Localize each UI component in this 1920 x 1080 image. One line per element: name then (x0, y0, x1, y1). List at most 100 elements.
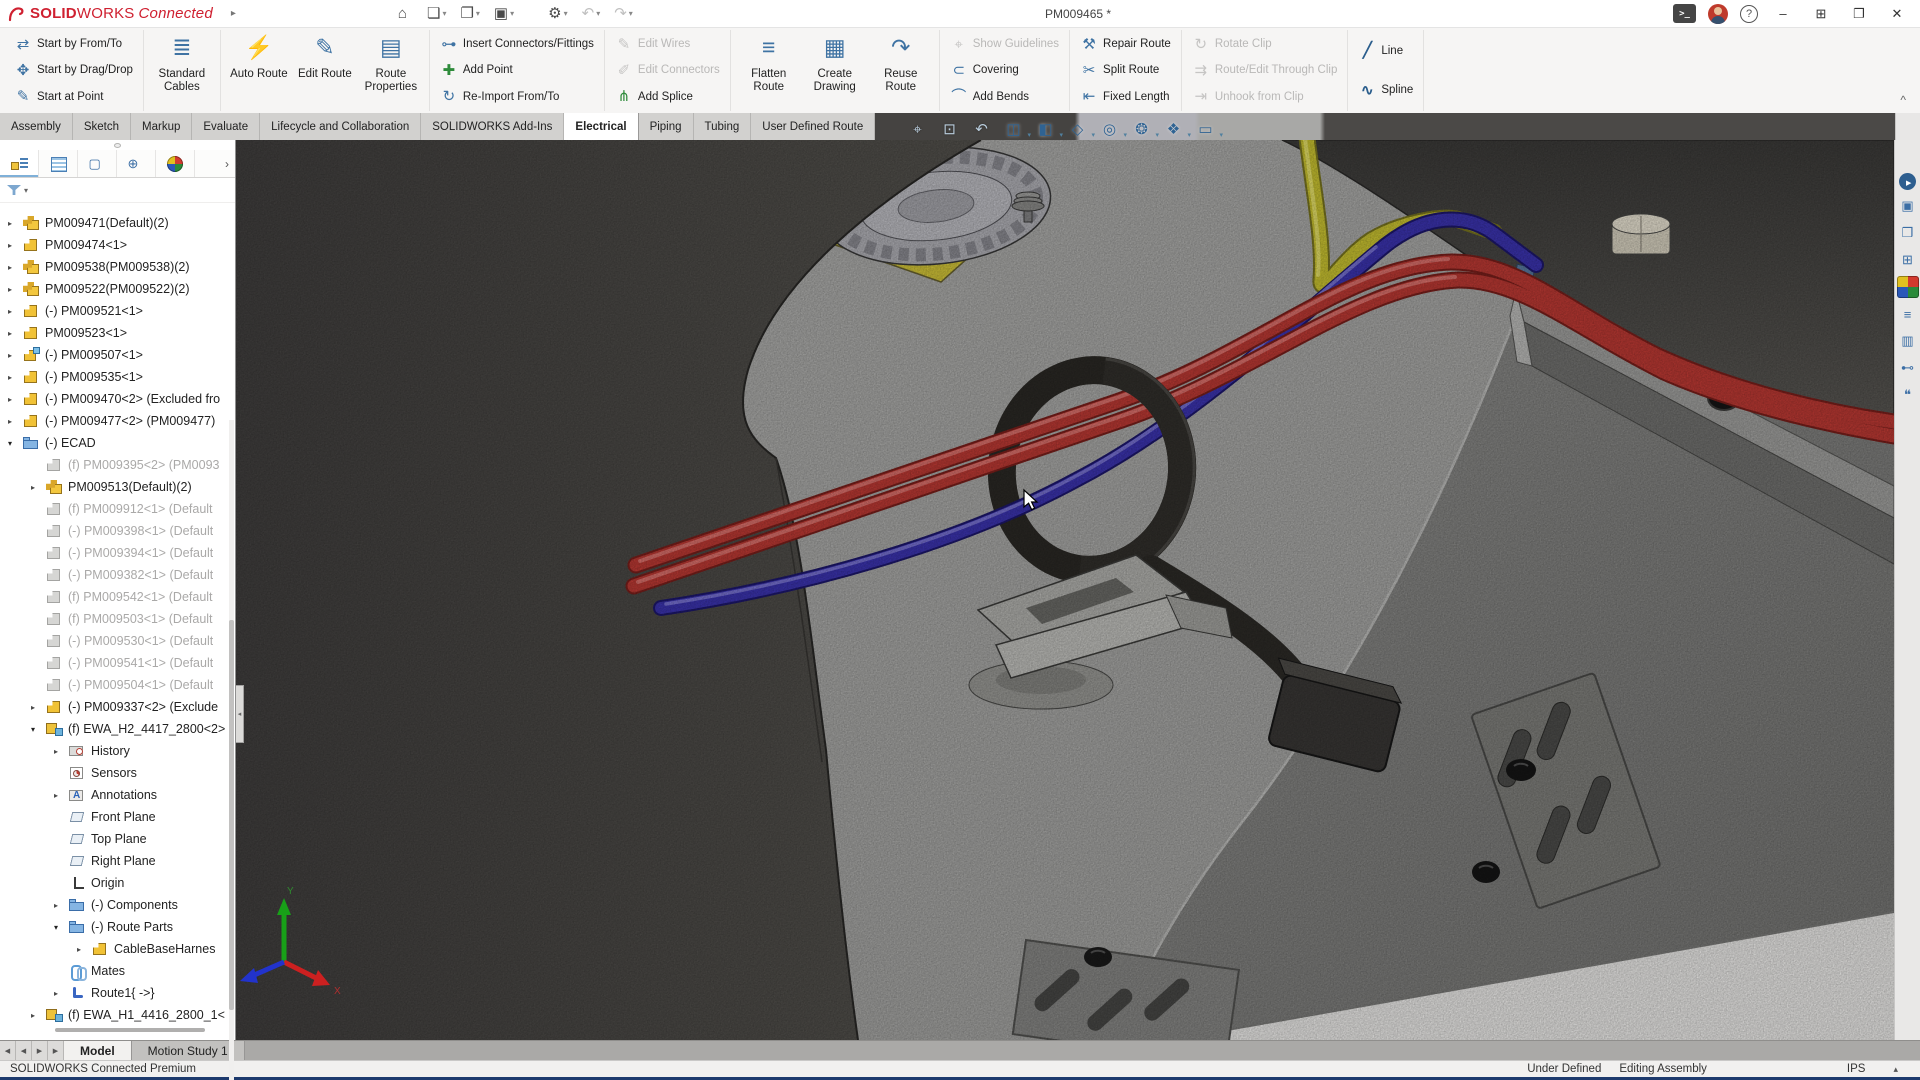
tab-userroute[interactable]: User Defined Route (751, 113, 875, 140)
tree-item[interactable]: ▸ (-) PM009507<1> (0, 344, 235, 366)
tab-assembly[interactable]: Assembly (0, 113, 73, 140)
unhook-from-clip-button[interactable]: ⇥Unhook from Clip (1187, 84, 1343, 109)
start-at-point-button[interactable]: ✎Start at Point (9, 84, 138, 109)
zoom-fit-icon[interactable]: ⌖ (905, 117, 930, 141)
start-by-fromto-button[interactable]: ⇄Start by From/To (9, 32, 138, 57)
tree-horizontal-scrollbar[interactable] (55, 1028, 205, 1032)
dock-nav-button[interactable]: ▶ (48, 1041, 64, 1060)
expand-arrow-icon[interactable]: ▾ (8, 439, 23, 448)
terminal-button[interactable]: >_ (1673, 4, 1696, 23)
dimxpert-tab[interactable]: ⊕ (117, 150, 156, 177)
tree-item[interactable]: ▸ (-) PM009470<2> (Excluded fro (0, 388, 235, 410)
tree-item[interactable]: (-) PM009541<1> (Default (0, 652, 235, 674)
user-avatar[interactable] (1708, 4, 1728, 24)
apply-scene-icon[interactable]: ❖ (1161, 117, 1186, 141)
edit-appearance-icon[interactable]: ❂ (1129, 117, 1154, 141)
expand-arrow-icon[interactable]: ▸ (8, 417, 23, 426)
tree-item[interactable]: Top Plane (0, 828, 235, 850)
insert-connectors-button[interactable]: ⊶Insert Connectors/Fittings (435, 32, 599, 57)
expand-arrow-icon[interactable]: ▾ (31, 725, 46, 734)
dock-nav-button[interactable]: ◀ (0, 1041, 16, 1060)
restore-button[interactable]: ❐ (1846, 6, 1872, 22)
tree-item[interactable]: (-) PM009504<1> (Default (0, 674, 235, 696)
open-button[interactable]: ❐▾ (458, 3, 481, 25)
rotate-clip-button[interactable]: ↻Rotate Clip (1187, 32, 1343, 57)
threedx-play-icon[interactable] (1899, 173, 1916, 190)
dropdown-caret-icon[interactable]: ▾ (596, 9, 600, 18)
lifecycle-button[interactable]: ▾ (526, 3, 536, 25)
tab-lifecycle[interactable]: Lifecycle and Collaboration (260, 113, 421, 140)
tree-item[interactable]: ▾ (-) ECAD (0, 432, 235, 454)
edit-route-button[interactable]: ✎Edit Route (292, 31, 358, 110)
add-splice-button[interactable]: ⋔Add Splice (610, 84, 725, 109)
expand-arrow-icon[interactable]: ▸ (31, 483, 46, 492)
reimport-fromto-button[interactable]: ↻Re-Import From/To (435, 84, 599, 109)
auto-route-button[interactable]: ⚡Auto Route (226, 31, 292, 110)
fixed-length-button[interactable]: ⇤Fixed Length (1075, 84, 1176, 109)
dropdown-caret-icon[interactable]: ▾ (564, 9, 568, 18)
tree-item[interactable]: Mates (0, 960, 235, 982)
home-button[interactable]: ⌂▾ (396, 3, 415, 25)
tree-item[interactable]: (-) PM009530<1> (Default (0, 630, 235, 652)
expand-arrow-icon[interactable]: ▸ (54, 901, 69, 910)
featuremanager-tab[interactable] (0, 150, 39, 177)
standard-cables-button[interactable]: ≣Standard Cables (149, 31, 215, 110)
expand-arrow-icon[interactable]: ▸ (8, 395, 23, 404)
expand-arrow-icon[interactable]: ▸ (54, 791, 69, 800)
save-button[interactable]: ▣▾ (492, 3, 516, 25)
expand-arrow-icon[interactable]: ▸ (8, 329, 23, 338)
redo-button[interactable]: ↷▾ (612, 3, 635, 25)
start-by-dragdrop-button[interactable]: ✥Start by Drag/Drop (9, 58, 138, 83)
tree-item[interactable]: (f) PM009503<1> (Default (0, 608, 235, 630)
filter-icon[interactable] (7, 185, 21, 195)
tree-item[interactable]: Sensors (0, 762, 235, 784)
expand-arrow-icon[interactable]: ▸ (54, 747, 69, 756)
expand-arrow-icon[interactable]: ▸ (54, 989, 69, 998)
route-properties-button[interactable]: ▤Route Properties (358, 31, 424, 110)
forum-icon[interactable]: ❝ (1897, 384, 1919, 406)
view-orientation-icon[interactable]: ◧ (1033, 117, 1058, 141)
display-style-icon[interactable]: ◇ (1065, 117, 1090, 141)
tree-item[interactable]: ▸ PM009522(PM009522)(2) (0, 278, 235, 300)
model-tab[interactable]: Model (64, 1041, 132, 1060)
flatten-route-button[interactable]: ≡Flatten Route (736, 31, 802, 110)
view-settings-icon[interactable]: ▭ (1193, 117, 1218, 141)
expand-arrow-icon[interactable]: ▸ (8, 373, 23, 382)
route-through-clip-button[interactable]: ⇉Route/Edit Through Clip (1187, 58, 1343, 83)
tree-item[interactable]: ▸ PM009523<1> (0, 322, 235, 344)
file-explorer-icon[interactable]: ❒ (1897, 222, 1919, 244)
close-button[interactable]: ✕ (1884, 6, 1910, 22)
design-library-icon[interactable]: ▥ (1897, 330, 1919, 352)
custom-properties-icon[interactable]: ≡ (1897, 303, 1919, 325)
expand-arrow-icon[interactable]: ▸ (31, 703, 46, 712)
tree-item[interactable]: ▾ (f) EWA_H2_4417_2800<2> (0, 718, 235, 740)
tree-item[interactable]: ▸ PM009471(Default)(2) (0, 212, 235, 234)
expand-arrow-icon[interactable]: ▸ (31, 1011, 46, 1020)
new-document-button[interactable]: ❏▾ (425, 3, 448, 25)
panel-splitter-grip[interactable] (0, 140, 235, 150)
dock-nav-button[interactable]: ◀ (16, 1041, 32, 1060)
add-point-button[interactable]: ✚Add Point (435, 58, 599, 83)
expand-arrow-icon[interactable]: ▸ (8, 263, 23, 272)
tree-item[interactable]: ▸ PM009513(Default)(2) (0, 476, 235, 498)
zoom-area-icon[interactable]: ⊡ (937, 117, 962, 141)
propertymanager-tab[interactable] (39, 150, 78, 177)
logo-flyout-icon[interactable]: ▸ (231, 8, 236, 19)
expand-arrow-icon[interactable]: ▾ (54, 923, 69, 932)
tree-item[interactable]: ▸ (-) PM009521<1> (0, 300, 235, 322)
configuration-tab[interactable]: ▢ (78, 150, 117, 177)
tree-item[interactable]: ▸ (f) EWA_H1_4416_2800_1< (0, 1004, 235, 1026)
routing-library-icon[interactable]: ⊷ (1897, 357, 1919, 379)
tree-item[interactable]: Front Plane (0, 806, 235, 828)
view-palette-icon[interactable]: ⊞ (1897, 249, 1919, 271)
tree-item[interactable]: (-) PM009394<1> (Default (0, 542, 235, 564)
tree-item[interactable]: Origin (0, 872, 235, 894)
expand-arrow-icon[interactable]: ▸ (8, 307, 23, 316)
dropdown-caret-icon[interactable]: ▾ (476, 9, 480, 18)
reuse-route-button[interactable]: ↷Reuse Route (868, 31, 934, 110)
spline-button[interactable]: ∿Spline (1353, 78, 1418, 103)
dropdown-caret-icon[interactable]: ▾ (629, 9, 633, 18)
tree-item[interactable]: (f) PM009395<2> (PM0093 (0, 454, 235, 476)
minimize-button[interactable]: – (1770, 6, 1796, 21)
fit-window-button[interactable]: ⊞ (1808, 6, 1834, 22)
